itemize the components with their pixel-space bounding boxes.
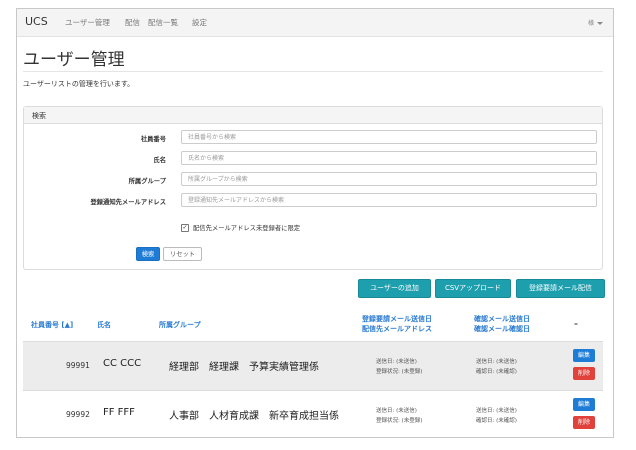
user-menu[interactable]: 様: [588, 18, 603, 27]
add-user-button[interactable]: ユーザーの追加: [358, 279, 431, 298]
th-name[interactable]: 氏名: [97, 320, 111, 330]
th-delivery-email[interactable]: 配信先メールアドレス: [362, 324, 432, 334]
edit-button[interactable]: 編集: [573, 398, 595, 411]
th-confirm-sent[interactable]: 確認メール送信日: [474, 314, 530, 324]
table-row: 99991 CC CCC 経理部 経理課 予算実績管理係 送信日: (未送信) …: [23, 342, 603, 390]
row-confirm-date: 確認日: (未確認): [476, 418, 517, 424]
delete-button[interactable]: 削除: [573, 416, 595, 429]
title-divider: [23, 71, 603, 72]
group-label: 所属グループ: [128, 178, 166, 185]
notify-email-input[interactable]: [181, 193, 597, 207]
nav-item-delivery-list[interactable]: 配信一覧: [148, 17, 178, 28]
name-input[interactable]: [181, 151, 597, 165]
user-name: 様: [587, 20, 594, 27]
csv-upload-button[interactable]: CSVアップロード: [435, 279, 511, 298]
search-panel-heading: 検索: [24, 107, 602, 124]
checkbox-checked-icon[interactable]: ✓: [181, 224, 189, 232]
navbar: UCS ユーザー管理 配信 配信一覧 設定 様: [17, 9, 613, 37]
th-registration-sent[interactable]: 登録要請メール送信日: [362, 314, 432, 324]
row-registration-sent: 送信日: (未送信): [376, 408, 417, 414]
edit-button[interactable]: 編集: [573, 349, 595, 362]
unregistered-filter-label: 配信先メールアドレス未登録者に限定: [193, 225, 301, 232]
search-button[interactable]: 検索: [136, 247, 160, 261]
page-description: ユーザーリストの管理を行います。: [23, 80, 135, 88]
page-title: ユーザー管理: [23, 50, 125, 70]
row-registration-status: 登録状況: (未登録): [376, 418, 423, 424]
caret-down-icon: [597, 22, 603, 25]
row-confirm-sent: 送信日: (未送信): [476, 359, 517, 365]
delete-button[interactable]: 削除: [573, 367, 595, 380]
th-operations: –: [574, 319, 578, 328]
nav-item-settings[interactable]: 設定: [192, 17, 207, 28]
nav-item-user-management[interactable]: ユーザー管理: [65, 17, 110, 28]
nav-item-delivery[interactable]: 配信: [125, 17, 140, 28]
th-confirm-date[interactable]: 確認メール確認日: [474, 324, 530, 334]
th-group[interactable]: 所属グループ: [159, 320, 201, 330]
brand-logo[interactable]: UCS: [25, 15, 48, 28]
row-registration-sent: 送信日: (未送信): [376, 359, 417, 365]
search-panel: 検索 社員番号 氏名 所属グループ 登録通知先メールアドレス ✓ 配信先メールアド…: [23, 106, 603, 270]
reset-button[interactable]: リセット: [163, 247, 202, 261]
send-registration-mail-button[interactable]: 登録要請メール配信: [516, 279, 605, 298]
row-name: CC CCC: [103, 358, 142, 369]
notify-email-label: 登録通知先メールアドレス: [90, 199, 166, 206]
row-employee-no: 99992: [66, 410, 90, 419]
table-row: 99992 FF FFF 人事部 人材育成課 新卒育成担当係 送信日: (未送信…: [23, 391, 603, 437]
th-employee-no[interactable]: 社員番号 [▲]: [31, 320, 73, 330]
row-group: 経理部 経理課 予算実績管理係: [169, 362, 319, 373]
group-input[interactable]: [181, 172, 597, 186]
employee-no-label: 社員番号: [140, 136, 166, 143]
employee-no-input[interactable]: [181, 130, 597, 144]
row-name: FF FFF: [103, 407, 135, 418]
row-employee-no: 99991: [66, 361, 90, 370]
row-registration-status: 登録状況: (未登録): [376, 369, 423, 375]
unregistered-filter[interactable]: ✓ 配信先メールアドレス未登録者に限定: [181, 223, 300, 232]
app-window: UCS ユーザー管理 配信 配信一覧 設定 様 ユーザー管理 ユーザーリストの管…: [16, 8, 614, 438]
row-confirm-sent: 送信日: (未送信): [476, 408, 517, 414]
row-confirm-date: 確認日: (未確認): [476, 369, 517, 375]
name-label: 氏名: [153, 157, 166, 164]
row-group: 人事部 人材育成課 新卒育成担当係: [169, 411, 339, 422]
